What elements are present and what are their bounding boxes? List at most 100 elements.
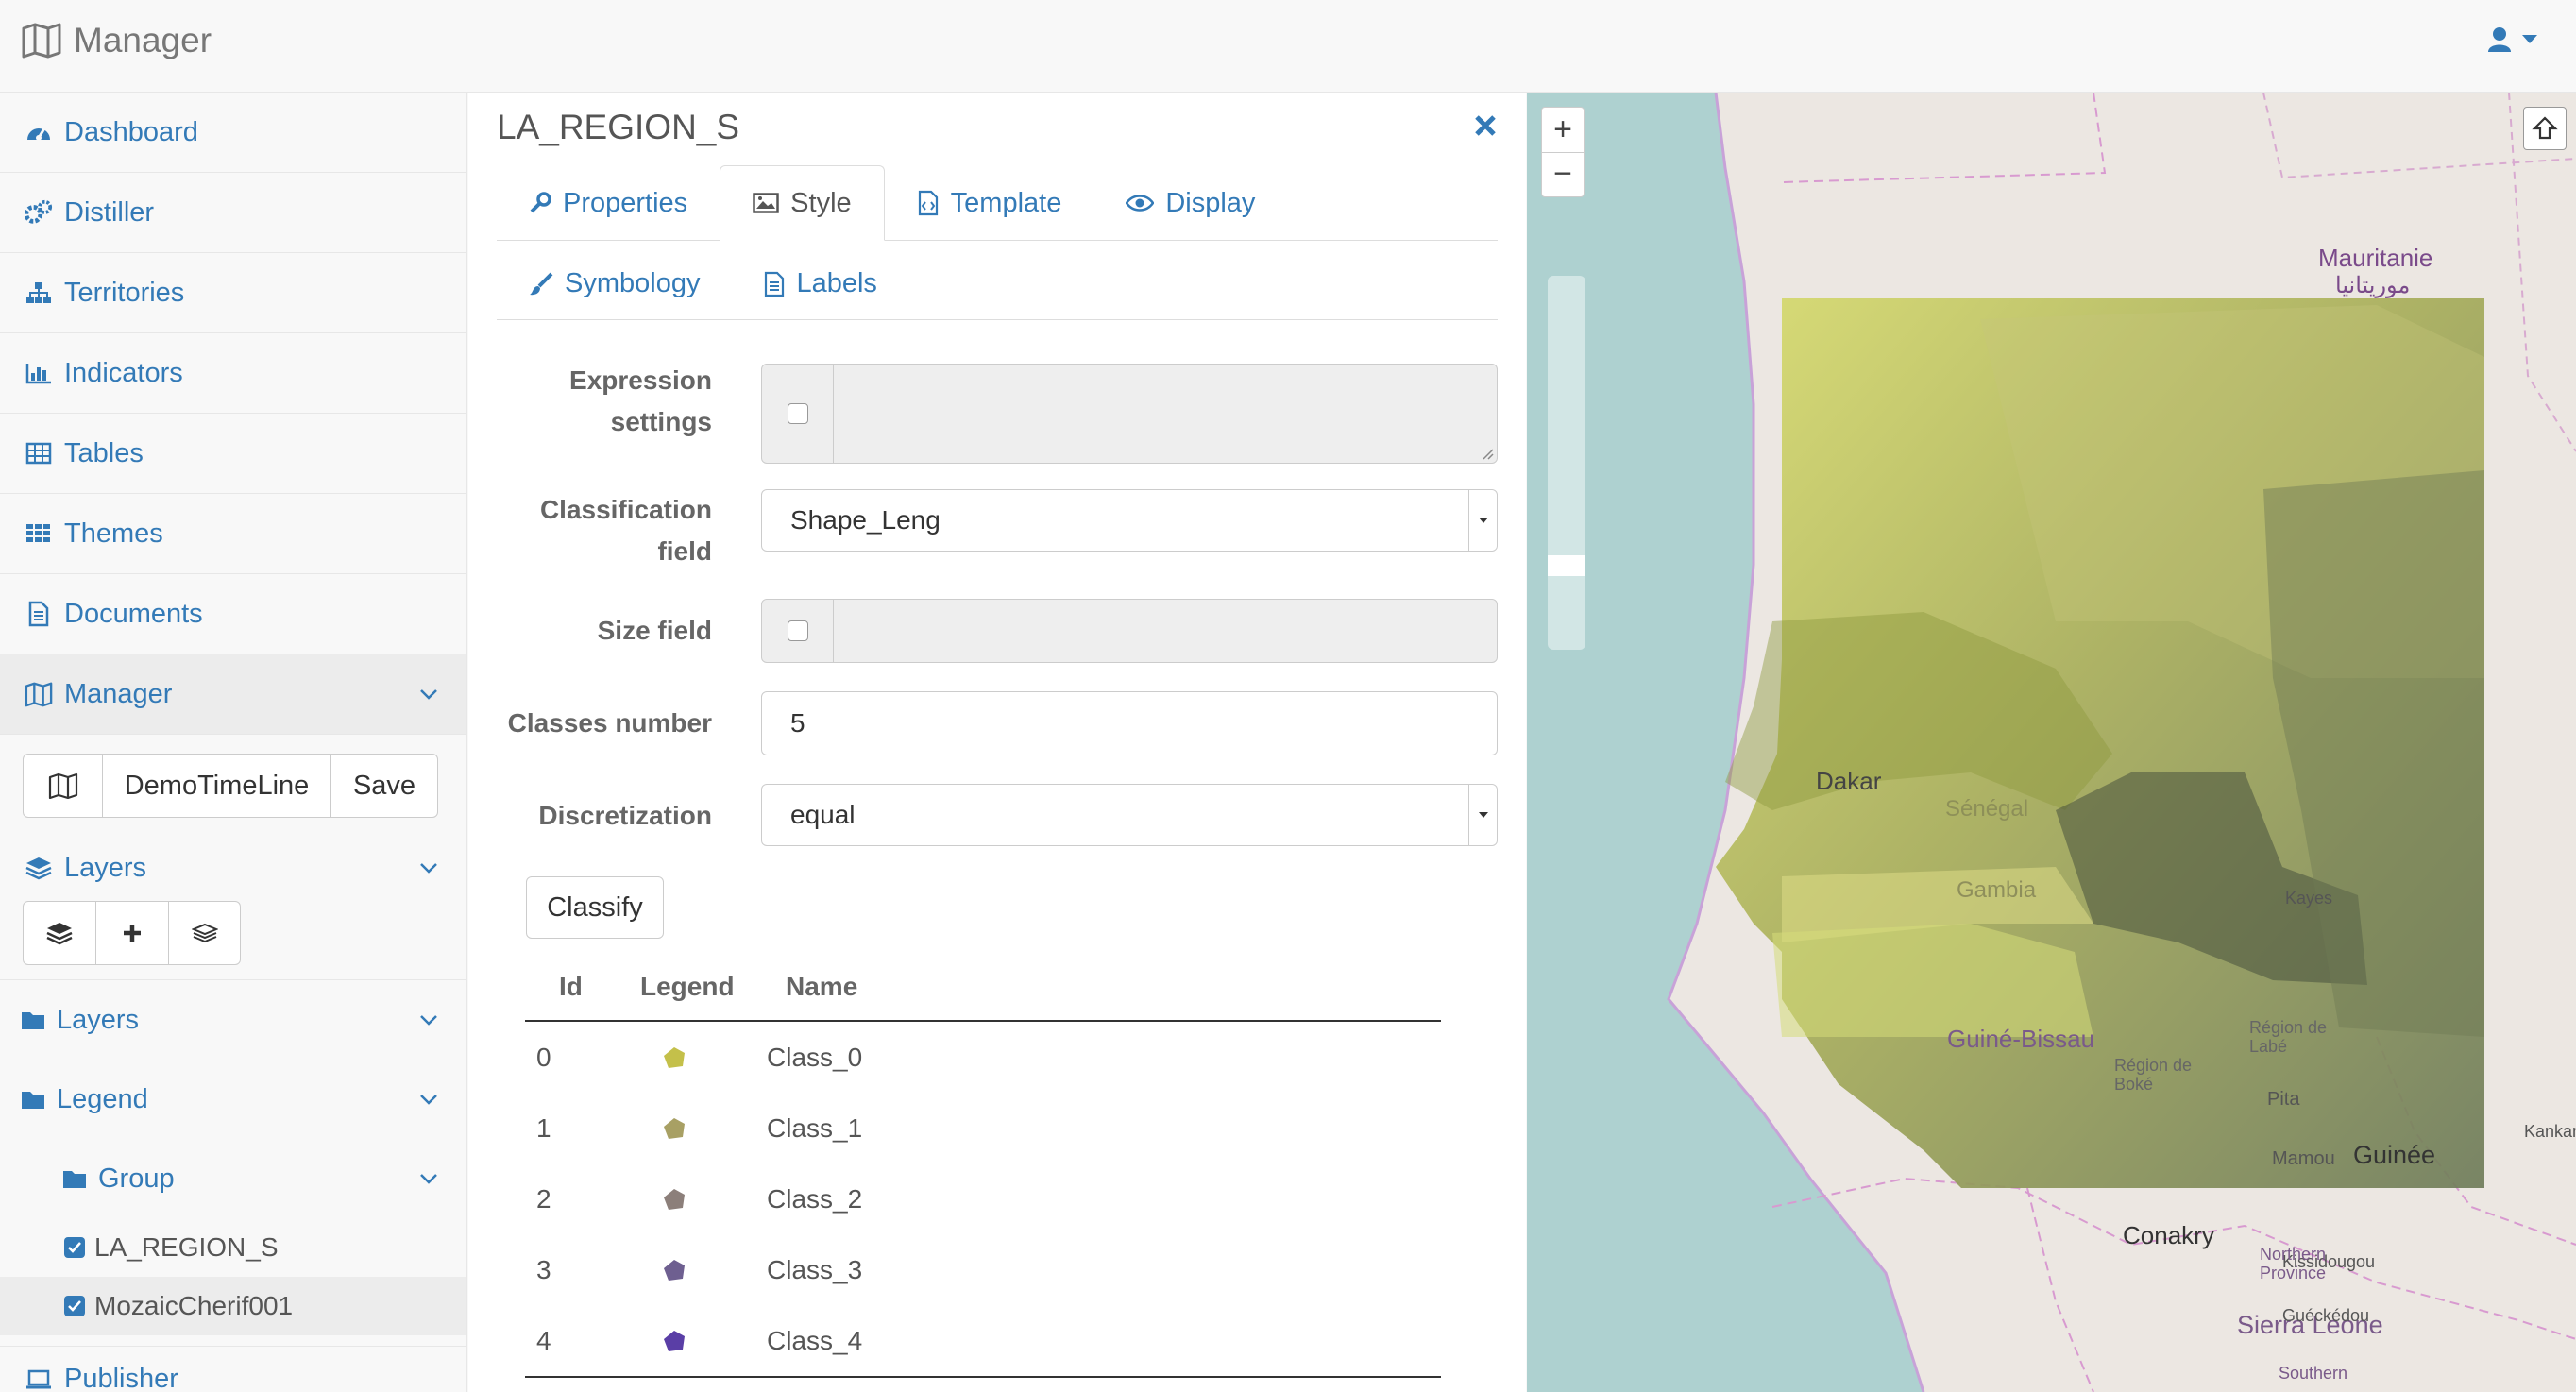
map-label-region-boke: Région de Boké [2114,1056,2193,1094]
map-name-button[interactable]: DemoTimeLine [103,755,331,817]
sidebar-item-territories[interactable]: Territories [0,253,466,333]
map-icon [21,23,62,59]
table-row: 4 Class_4 [525,1305,1441,1376]
class-id: 1 [536,1112,551,1143]
polygon-swatch-icon [664,1188,685,1210]
save-button[interactable]: Save [331,755,437,817]
sidebar-item-distiller[interactable]: Distiller [0,173,466,253]
classes-number-label: Classes number [507,708,712,738]
map-icon [48,772,78,799]
layer-settings-button[interactable] [169,902,240,964]
class-legend-swatch[interactable] [618,1186,767,1213]
zoom-slider-thumb[interactable] [1548,555,1585,576]
tab-template[interactable]: Template [885,165,1094,241]
subtab-labels[interactable]: Labels [732,248,908,319]
classification-select[interactable]: Shape_Leng [761,489,1498,552]
class-name: Class_1 [767,1112,863,1143]
sitemap-icon [25,281,53,304]
checkbox-checked-icon[interactable] [64,1296,85,1316]
sidebar-item-tables[interactable]: Tables [0,414,466,494]
map-label-senegal: Sénégal [1945,796,2029,822]
class-legend-swatch[interactable] [618,1328,767,1354]
class-legend-swatch[interactable] [618,1257,767,1283]
classification-row: Classification field Shape_Leng [497,489,1498,574]
chevron-down-icon [419,1173,438,1184]
classify-button[interactable]: Classify [526,876,664,939]
classification-value: Shape_Leng [790,505,941,535]
chevron-down-icon [419,688,438,700]
home-extent-button[interactable] [2523,107,2567,150]
size-field-input[interactable] [761,599,1498,663]
tree-folder-group[interactable]: Group [0,1139,466,1218]
table-row: 3 Class_3 [525,1234,1441,1305]
map-select-button[interactable] [24,755,103,817]
checkbox-checked-icon[interactable] [64,1237,85,1258]
classes-number-input[interactable]: 5 [761,691,1498,755]
tab-label: Properties [563,187,688,218]
close-icon[interactable] [1473,113,1498,138]
chevron-down-icon [419,1014,438,1026]
folder-icon [21,1010,45,1030]
class-name: Class_2 [767,1183,863,1214]
sidebar: Dashboard Distiller Territories Indicato… [0,93,467,1392]
expression-textarea[interactable] [761,364,1498,464]
map-label-pita: Pita [2267,1089,2300,1110]
class-legend-swatch[interactable] [618,1115,767,1142]
tab-display[interactable]: Display [1093,165,1287,241]
tree-folder-legend[interactable]: Legend [0,1060,466,1139]
tree-layer-la-region-s[interactable]: LA_REGION_S [0,1218,466,1277]
class-id: 3 [536,1254,551,1284]
table-body: 0 Class_0 1 Class_1 2 Class_2 3 Class_3 4 Class_4 [525,1022,1441,1376]
sidebar-item-documents[interactable]: Documents [0,574,466,654]
app-brand[interactable]: Manager [21,21,212,60]
tab-label: Display [1165,187,1256,218]
class-id: 4 [536,1325,551,1355]
class-id: 0 [536,1042,551,1072]
zoom-control: + − [1541,107,1585,197]
resize-handle-icon [1482,448,1495,461]
map-label-guinee: Guinée [2353,1141,2436,1169]
table-row: 1 Class_1 [525,1093,1441,1163]
tree-folder-layers[interactable]: Layers [0,980,466,1060]
sidebar-item-indicators[interactable]: Indicators [0,333,466,414]
table-footer-rule [525,1376,1441,1385]
sidebar-item-label: Layers [64,852,147,883]
add-layer-button[interactable] [96,902,169,964]
table-icon [25,442,53,465]
laptop-icon [25,1369,53,1390]
discretization-select[interactable]: equal [761,784,1498,846]
size-field-toggle[interactable] [762,600,834,662]
expression-toggle[interactable] [762,365,834,463]
subtab-label: Symbology [565,268,701,298]
map-view[interactable]: Mauritanie موريتانيا Dakar Sénégal Gambi… [1527,93,2576,1392]
zoom-slider[interactable] [1548,276,1585,650]
user-menu[interactable] [2487,26,2538,53]
map-label-kayes: Kayes [2285,889,2333,908]
sidebar-item-themes[interactable]: Themes [0,494,466,574]
basemap[interactable] [1527,93,2576,1392]
classes-number-value: 5 [790,708,805,738]
zoom-out-button[interactable]: − [1542,153,1584,197]
checkbox-empty-icon[interactable] [787,403,808,424]
class-name: Class_3 [767,1254,863,1284]
tab-style[interactable]: Style [720,165,885,241]
folder-icon [21,1089,45,1110]
map-label-region-labe: Région de Labé [2249,1018,2328,1056]
sidebar-item-layers[interactable]: Layers [0,835,466,901]
cogs-icon [25,199,53,226]
tab-properties[interactable]: Properties [497,165,720,241]
sidebar-item-publisher[interactable]: Publisher [0,1347,466,1392]
checkbox-empty-icon[interactable] [787,620,808,641]
sidebar-item-dashboard[interactable]: Dashboard [0,93,466,173]
dashboard-icon [25,121,53,144]
expression-label: Expression settings [569,365,712,436]
tree-layer-mozaic[interactable]: MozaicCherif001 [0,1277,466,1335]
subtab-symbology[interactable]: Symbology [497,248,732,319]
tree-label: Legend [57,1083,148,1114]
sidebar-item-manager[interactable]: Manager [0,654,466,735]
sidebar-item-label: Manager [64,678,173,709]
zoom-in-button[interactable]: + [1542,108,1584,153]
bar-chart-icon [25,362,53,384]
class-legend-swatch[interactable] [618,1044,767,1071]
layers-stack-button[interactable] [24,902,96,964]
